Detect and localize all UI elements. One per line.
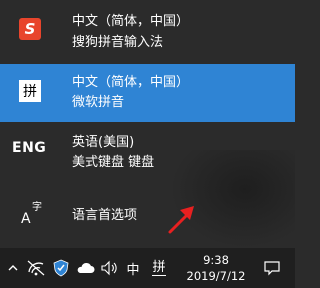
ime-item-name: 搜狗拼音输入法 (72, 35, 164, 50)
taskbar-clock[interactable]: 9:38 2019/7/12 (180, 248, 252, 288)
onedrive-cloud-icon[interactable] (74, 248, 96, 288)
clock-time: 9:38 (203, 253, 229, 267)
ime-item-microsoft-pinyin[interactable]: 拼 中文（简体，中国） 微软拼音 (0, 64, 295, 122)
ime-item-sogou[interactable]: S 中文（简体，中国） 搜狗拼音输入法 (0, 0, 295, 64)
volume-icon[interactable] (98, 248, 120, 288)
annotation-arrow (168, 206, 194, 234)
ime-item-english-us[interactable]: ENG 英语(美国) 美式键盘 键盘 (0, 122, 295, 180)
ime-mode-indicator[interactable]: 中 (122, 248, 144, 288)
input-method-indicator[interactable]: 拼 (146, 248, 172, 288)
svg-text:A: A (21, 211, 31, 227)
eng-icon: ENG (12, 140, 47, 156)
ime-item-language: 英语(美国) (72, 135, 135, 150)
language-settings-icon: A 字 (21, 202, 42, 227)
network-disconnected-icon[interactable] (24, 248, 48, 288)
ime-item-language: 中文（简体，中国） (72, 75, 190, 90)
input-method-flyout: S 中文（简体，中国） 搜狗拼音输入法 拼 中文（简体，中国） 微软拼音 ENG… (0, 0, 295, 248)
ime-item-name: 微软拼音 (72, 95, 125, 110)
sogou-icon: S (19, 18, 41, 40)
pinyin-icon: 拼 (19, 80, 41, 102)
security-shield-icon[interactable] (50, 248, 72, 288)
language-preferences-link[interactable]: A 字 语言首选项 (0, 192, 295, 240)
taskbar: 中 拼 9:38 2019/7/12 (0, 248, 295, 288)
pinyin-icon: 拼 (152, 259, 166, 276)
ime-item-name: 美式键盘 键盘 (72, 155, 155, 170)
ime-item-label: 语言首选项 (72, 208, 138, 223)
action-center-icon[interactable] (260, 248, 284, 288)
clock-date: 2019/7/12 (186, 269, 246, 283)
ime-item-language: 中文（简体，中国） (72, 14, 190, 29)
show-hidden-icons-chevron-icon[interactable] (4, 248, 22, 288)
